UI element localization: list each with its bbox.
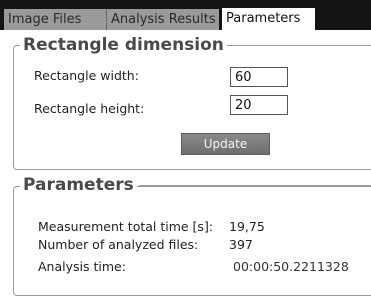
analyzed-files-value: 397: [229, 237, 253, 252]
analyzed-files-label: Number of analyzed files:: [38, 237, 199, 252]
group-title-rule: [228, 45, 371, 46]
rectangle-height-input[interactable]: [230, 95, 288, 115]
measurement-total-time-label: Measurement total time [s]:: [38, 219, 214, 234]
group-title-rule: [138, 185, 371, 186]
analysis-time-label: Analysis time:: [38, 259, 126, 274]
rectangle-height-label: Rectangle height:: [34, 101, 145, 116]
tab-image-files[interactable]: Image Files: [4, 9, 106, 30]
tab-analysis-results[interactable]: Analysis Results: [107, 9, 219, 30]
analysis-time-value: 00:00:50.2211328: [233, 259, 349, 274]
rectangle-dimension-title: Rectangle dimension: [20, 35, 227, 55]
parameters-title: Parameters: [20, 175, 137, 195]
update-button[interactable]: Update: [181, 133, 270, 155]
rectangle-width-label: Rectangle width:: [34, 68, 139, 83]
measurement-total-time-value: 19,75: [229, 219, 265, 234]
tab-parameters[interactable]: Parameters: [222, 8, 315, 30]
rectangle-width-input[interactable]: [230, 67, 288, 87]
